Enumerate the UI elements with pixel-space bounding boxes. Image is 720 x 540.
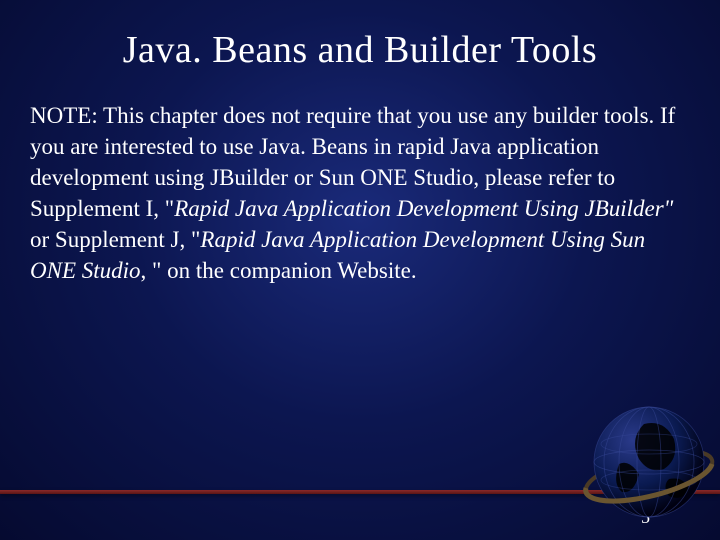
slide-title: Java. Beans and Builder Tools: [28, 28, 692, 72]
globe-icon: [574, 384, 720, 534]
body-text-part-3: , " on the companion Website.: [141, 258, 417, 283]
body-italic-1: Rapid Java Application Development Using…: [174, 196, 673, 221]
slide-body: NOTE: This chapter does not require that…: [28, 100, 692, 286]
body-text-part-2: or Supplement J, ": [30, 227, 200, 252]
slide: Java. Beans and Builder Tools NOTE: This…: [0, 0, 720, 540]
